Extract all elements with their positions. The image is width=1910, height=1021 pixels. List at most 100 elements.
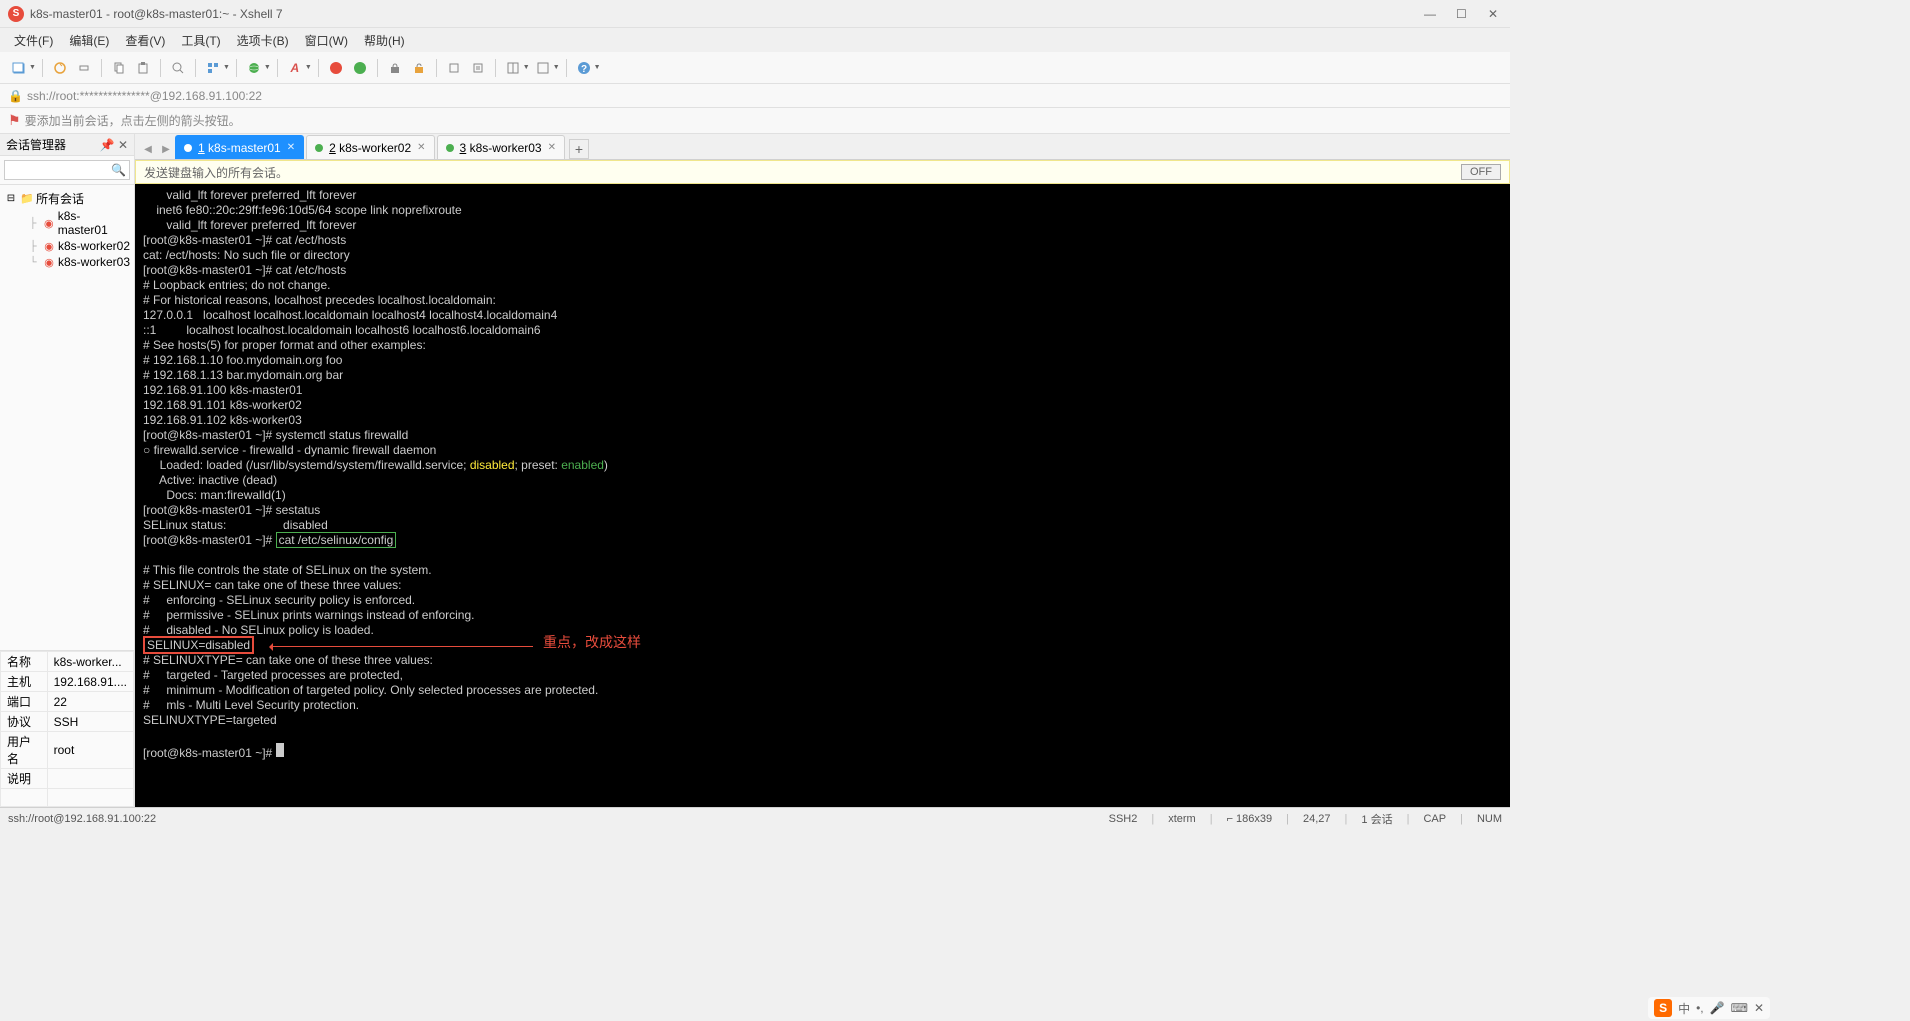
ime-button[interactable]: 🎤: [1710, 1001, 1725, 1015]
tab-prev-button[interactable]: ◀: [139, 139, 157, 159]
prop-key: 用户名: [1, 732, 48, 769]
fullscreen-button[interactable]: [532, 57, 554, 79]
window-title: k8s-master01 - root@k8s-master01:~ - Xsh…: [30, 7, 1424, 21]
session-item[interactable]: ├◉k8s-master01: [0, 208, 134, 238]
terminal-line: SELINUX=disabled重点，改成这样: [143, 638, 1502, 653]
terminal-line: # See hosts(5) for proper format and oth…: [143, 338, 1502, 353]
layout-button[interactable]: [502, 57, 524, 79]
addressbar[interactable]: 🔒 ssh://root:***************@192.168.91.…: [0, 84, 1510, 108]
ime-button[interactable]: •,: [1696, 1001, 1704, 1015]
close-window-button[interactable]: ✕: [1488, 7, 1502, 21]
session-properties: 名称k8s-worker...主机192.168.91....端口22协议SSH…: [0, 650, 134, 807]
menu-item[interactable]: 编辑(E): [63, 30, 115, 51]
menu-item[interactable]: 窗口(W): [299, 30, 354, 51]
terminal-line: [root@k8s-master01 ~]# cat /etc/selinux/…: [143, 533, 1502, 548]
menu-item[interactable]: 工具(T): [175, 30, 226, 51]
script-button[interactable]: [467, 57, 489, 79]
ime-indicator[interactable]: S 中 •, 🎤 ⌨ ✕: [1648, 997, 1770, 1019]
terminal-line: 192.168.91.100 k8s-master01: [143, 383, 1502, 398]
terminal-line: ○ firewalld.service - firewalld - dynami…: [143, 443, 1502, 458]
terminal-line: Docs: man:firewalld(1): [143, 488, 1502, 503]
status-segment: CAP: [1423, 813, 1446, 825]
tab[interactable]: 1 k8s-master01✕: [175, 135, 304, 159]
menubar: 文件(F)编辑(E)查看(V)工具(T)选项卡(B)窗口(W)帮助(H): [0, 28, 1510, 52]
prop-value: k8s-worker...: [47, 652, 133, 672]
sessions-button[interactable]: [202, 57, 224, 79]
unlock-button[interactable]: [408, 57, 430, 79]
tree-root[interactable]: ⊟📁所有会话: [0, 189, 134, 208]
lock-icon: 🔒: [8, 89, 23, 103]
svg-text:?: ?: [581, 64, 587, 75]
status-segment: ⌐ 186x39: [1227, 813, 1273, 825]
prop-key: 说明: [1, 769, 48, 789]
dropdown-icon[interactable]: ▼: [264, 64, 271, 71]
prop-key: 端口: [1, 692, 48, 712]
address-text: ssh://root:***************@192.168.91.10…: [27, 89, 262, 103]
properties-button[interactable]: [443, 57, 465, 79]
session-icon: ◉: [42, 216, 56, 230]
dropdown-icon[interactable]: ▼: [223, 64, 230, 71]
terminal-line: ::1 localhost localhost.localdomain loca…: [143, 323, 1502, 338]
terminal-line: 192.168.91.101 k8s-worker02: [143, 398, 1502, 413]
reconnect-button[interactable]: [49, 57, 71, 79]
menu-item[interactable]: 查看(V): [119, 30, 171, 51]
tab[interactable]: 3 k8s-worker03✕: [437, 135, 565, 159]
dropdown-icon[interactable]: ▼: [29, 64, 36, 71]
paste-button[interactable]: [132, 57, 154, 79]
terminal-line: # enforcing - SELinux security policy is…: [143, 593, 1502, 608]
status-dot-icon: [315, 144, 323, 152]
close-tab-button[interactable]: ✕: [548, 142, 556, 153]
help-button[interactable]: ?: [573, 57, 595, 79]
dropdown-icon[interactable]: ▼: [553, 64, 560, 71]
dropdown-icon[interactable]: ▼: [523, 64, 530, 71]
menu-item[interactable]: 文件(F): [8, 30, 59, 51]
broadcast-toggle[interactable]: OFF: [1461, 164, 1501, 180]
menu-item[interactable]: 选项卡(B): [231, 30, 295, 51]
ime-button[interactable]: ⌨: [1731, 1001, 1748, 1015]
terminal[interactable]: valid_lft forever preferred_lft forever …: [135, 184, 1510, 807]
titlebar: S k8s-master01 - root@k8s-master01:~ - X…: [0, 0, 1510, 28]
copy-button[interactable]: [108, 57, 130, 79]
pin-button[interactable]: 📌: [100, 138, 115, 152]
font-button[interactable]: A: [284, 57, 306, 79]
session-tree: ⊟📁所有会话├◉k8s-master01├◉k8s-worker02└◉k8s-…: [0, 185, 134, 650]
status-segment: xterm: [1168, 813, 1196, 825]
broadcast-text: 发送键盘输入的所有会话。: [144, 164, 288, 181]
prop-value: 192.168.91....: [47, 672, 133, 692]
globe-button[interactable]: [243, 57, 265, 79]
ime-button[interactable]: 中: [1678, 1000, 1690, 1017]
minimize-button[interactable]: —: [1424, 7, 1438, 21]
dropdown-icon[interactable]: ▼: [594, 64, 601, 71]
new-session-button[interactable]: [8, 57, 30, 79]
session-label: k8s-worker02: [58, 239, 130, 253]
add-tab-button[interactable]: +: [569, 139, 589, 159]
session-item[interactable]: ├◉k8s-worker02: [0, 238, 134, 254]
tab-next-button[interactable]: ▶: [157, 139, 175, 159]
ime-button[interactable]: ✕: [1754, 1001, 1764, 1015]
search-button[interactable]: [167, 57, 189, 79]
session-item[interactable]: └◉k8s-worker03: [0, 254, 134, 270]
terminal-line: cat: /ect/hosts: No such file or directo…: [143, 248, 1502, 263]
terminal-line: # 192.168.1.10 foo.mydomain.org foo: [143, 353, 1502, 368]
xagent-button[interactable]: [325, 57, 347, 79]
maximize-button[interactable]: ☐: [1456, 7, 1470, 21]
search-icon: 🔍: [111, 163, 126, 177]
tab[interactable]: 2 k8s-worker02✕: [306, 135, 434, 159]
terminal-line: 192.168.91.102 k8s-worker03: [143, 413, 1502, 428]
xftp-button[interactable]: [349, 57, 371, 79]
close-panel-button[interactable]: ✕: [118, 138, 128, 152]
terminal-line: # targeted - Targeted processes are prot…: [143, 668, 1502, 683]
status-dot-icon: [184, 144, 192, 152]
lock-button[interactable]: [384, 57, 406, 79]
close-tab-button[interactable]: ✕: [287, 142, 295, 153]
flag-icon[interactable]: ⚑: [8, 112, 21, 129]
menu-item[interactable]: 帮助(H): [358, 30, 411, 51]
disconnect-button[interactable]: [73, 57, 95, 79]
close-tab-button[interactable]: ✕: [417, 142, 425, 153]
sogou-icon: S: [1654, 999, 1672, 1017]
terminal-line: [root@k8s-master01 ~]# cat /ect/hosts: [143, 233, 1502, 248]
dropdown-icon[interactable]: ▼: [305, 64, 312, 71]
prop-value: root: [47, 732, 133, 769]
terminal-line: SELINUXTYPE=targeted: [143, 713, 1502, 728]
terminal-line: # For historical reasons, localhost prec…: [143, 293, 1502, 308]
